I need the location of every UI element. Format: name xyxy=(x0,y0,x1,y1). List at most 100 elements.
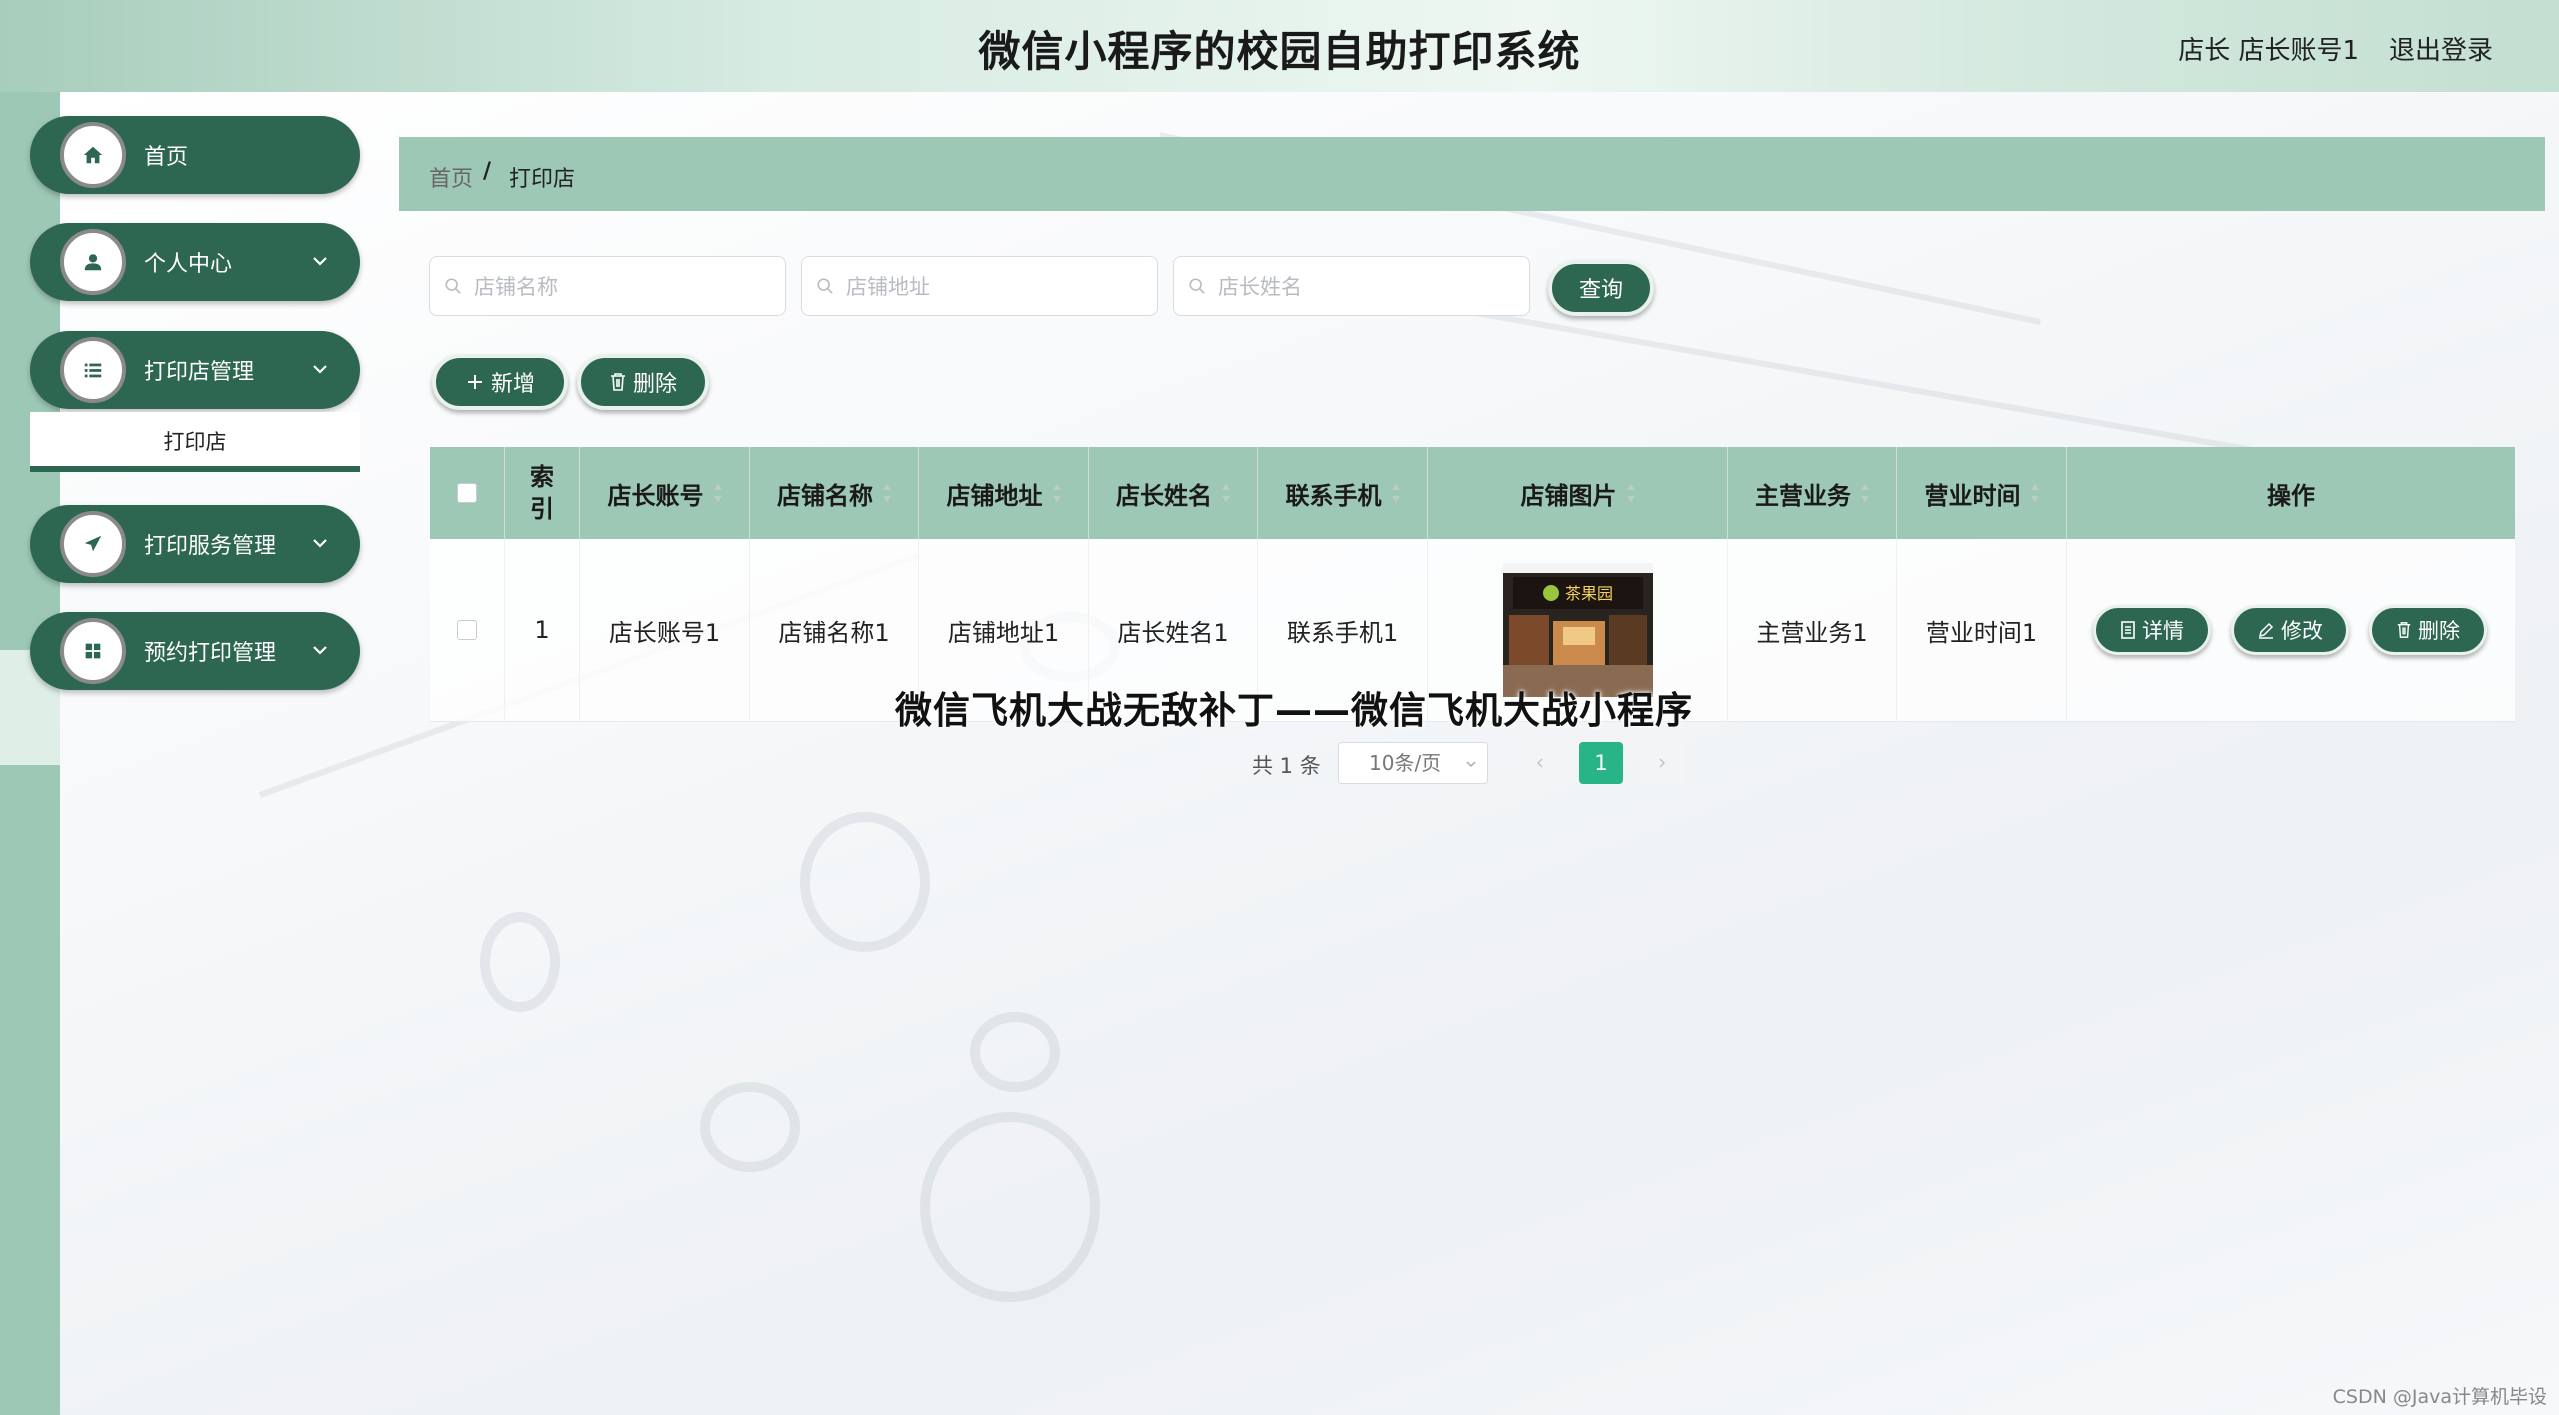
list-icon xyxy=(60,337,126,403)
water-drop-decoration xyxy=(920,1112,1100,1302)
header-owner[interactable]: 店长姓名 xyxy=(1089,447,1258,539)
row-delete-button[interactable]: 删除 xyxy=(2369,605,2487,655)
breadcrumb-current: 打印店 xyxy=(509,167,576,192)
document-icon xyxy=(2121,621,2135,639)
grid-icon xyxy=(60,618,126,684)
header-business[interactable]: 主营业务 xyxy=(1728,447,1897,539)
owner-name-search-field[interactable] xyxy=(1173,256,1530,316)
header-shop-name[interactable]: 店铺名称 xyxy=(750,447,919,539)
header-shop-name-label: 店铺名称 xyxy=(777,481,873,510)
shop-address-search-field[interactable] xyxy=(801,256,1158,316)
batch-delete-button[interactable]: 删除 xyxy=(577,354,709,410)
sidebar-item-label: 打印店管理 xyxy=(144,360,255,385)
page-size-value: 10条/页 xyxy=(1369,751,1442,775)
send-icon xyxy=(60,511,126,577)
csdn-watermark: CSDN @Java计算机毕设 xyxy=(2332,1386,2547,1408)
row-delete-button-label: 删除 xyxy=(2418,619,2460,643)
page-size-select[interactable]: 10条/页 xyxy=(1338,742,1488,784)
prev-page-button[interactable] xyxy=(1518,742,1562,784)
sidebar-item-personal-center[interactable]: 个人中心 xyxy=(30,223,360,301)
logout-link[interactable]: 退出登录 xyxy=(2389,30,2493,67)
chevron-down-icon xyxy=(313,257,327,266)
header-hours[interactable]: 营业时间 xyxy=(1897,447,2067,539)
search-icon xyxy=(1189,278,1205,294)
sidebar-item-appointment-print-management[interactable]: 预约打印管理 xyxy=(30,612,360,690)
shop-storefront-image[interactable]: 茶果园 xyxy=(1502,563,1653,697)
sort-icon xyxy=(1626,484,1635,502)
water-drop-decoration xyxy=(800,812,930,952)
shop-address-input[interactable] xyxy=(844,267,1148,307)
sidebar-item-label: 个人中心 xyxy=(144,252,233,277)
sidebar-item-label: 首页 xyxy=(144,145,189,170)
add-button-label: 新增 xyxy=(490,372,535,397)
header-index-label: 索引 xyxy=(530,462,554,523)
water-drop-decoration xyxy=(700,1082,800,1172)
edit-icon xyxy=(2258,622,2274,639)
chevron-down-icon xyxy=(313,539,327,548)
sidebar-item-home[interactable]: 首页 xyxy=(30,116,360,194)
sidebar-item-print-service-management[interactable]: 打印服务管理 xyxy=(30,505,360,583)
app-title: 微信小程序的校园自助打印系统 xyxy=(978,27,1581,76)
row-checkbox[interactable] xyxy=(457,620,477,640)
edit-button[interactable]: 修改 xyxy=(2231,605,2349,655)
user-icon xyxy=(60,229,126,295)
select-all-checkbox[interactable] xyxy=(457,483,477,503)
header-account[interactable]: 店长账号 xyxy=(580,447,750,539)
header-actions: 操作 xyxy=(2067,447,2515,539)
header-address[interactable]: 店铺地址 xyxy=(919,447,1089,539)
sort-icon xyxy=(713,484,722,502)
breadcrumb-home-link[interactable]: 首页 xyxy=(429,161,473,193)
add-button[interactable]: 新增 xyxy=(432,354,568,410)
query-button[interactable]: 查询 xyxy=(1548,260,1654,316)
sidebar-item-label: 预约打印管理 xyxy=(144,641,277,666)
water-drop-decoration xyxy=(480,912,560,1012)
page-number-current[interactable]: 1 xyxy=(1579,742,1623,784)
header-actions-label: 操作 xyxy=(2267,481,2315,510)
sidebar-subitem-print-shop[interactable]: 打印店 xyxy=(30,412,360,472)
chevron-down-icon xyxy=(313,646,327,655)
home-icon xyxy=(60,122,126,188)
overlay-article-title: 微信飞机大战无敌补丁——微信飞机大战小程序 xyxy=(895,689,1693,732)
plus-icon xyxy=(467,375,482,389)
header-image[interactable]: 店铺图片 xyxy=(1428,447,1728,539)
row-select-cell xyxy=(430,539,505,721)
chevron-down-icon xyxy=(313,365,327,374)
sidebar-item-print-shop-management[interactable]: 打印店管理 xyxy=(30,331,360,409)
sort-icon xyxy=(1052,484,1061,502)
edit-button-label: 修改 xyxy=(2281,619,2323,643)
sort-icon xyxy=(2030,484,2039,502)
cell-business: 主营业务1 xyxy=(1728,539,1897,721)
query-button-label: 查询 xyxy=(1578,278,1623,303)
shop-name-input[interactable] xyxy=(472,267,776,307)
chevron-left-icon xyxy=(1536,758,1543,768)
trash-icon xyxy=(610,373,625,391)
detail-button[interactable]: 详情 xyxy=(2093,605,2211,655)
header-owner-label: 店长姓名 xyxy=(1116,481,1212,510)
sort-icon xyxy=(1391,484,1400,502)
current-user: 店长 店长账号1 xyxy=(2178,36,2359,66)
cell-account: 店长账号1 xyxy=(580,539,750,721)
shop-sign-text: 茶果园 xyxy=(1565,584,1613,603)
header-hours-label: 营业时间 xyxy=(1924,481,2021,510)
water-drop-decoration xyxy=(970,1012,1060,1092)
shop-name-search-field[interactable] xyxy=(429,256,786,316)
cell-shop-name: 店铺名称1 xyxy=(750,539,919,721)
header-business-label: 主营业务 xyxy=(1755,481,1851,510)
sort-icon xyxy=(1222,484,1230,502)
header-image-label: 店铺图片 xyxy=(1520,481,1617,510)
next-page-button[interactable] xyxy=(1640,742,1684,784)
owner-name-input[interactable] xyxy=(1216,267,1520,307)
table-header: 索引 店长账号 店铺名称 店铺地址 店长姓名 联系手机 店铺图片 主营业务 营业… xyxy=(430,447,2515,539)
sidebar-item-label: 打印服务管理 xyxy=(144,534,277,559)
chevron-right-icon xyxy=(1659,758,1666,768)
header-account-label: 店长账号 xyxy=(607,481,704,510)
sort-icon xyxy=(883,484,891,502)
cell-actions: 详情 修改 删除 xyxy=(2067,539,2515,721)
header-address-label: 店铺地址 xyxy=(946,481,1043,510)
header-phone[interactable]: 联系手机 xyxy=(1258,447,1428,539)
search-icon xyxy=(817,278,833,294)
header-index: 索引 xyxy=(505,447,580,539)
batch-delete-button-label: 删除 xyxy=(632,372,677,397)
search-icon xyxy=(445,278,461,294)
cell-index: 1 xyxy=(505,539,580,721)
